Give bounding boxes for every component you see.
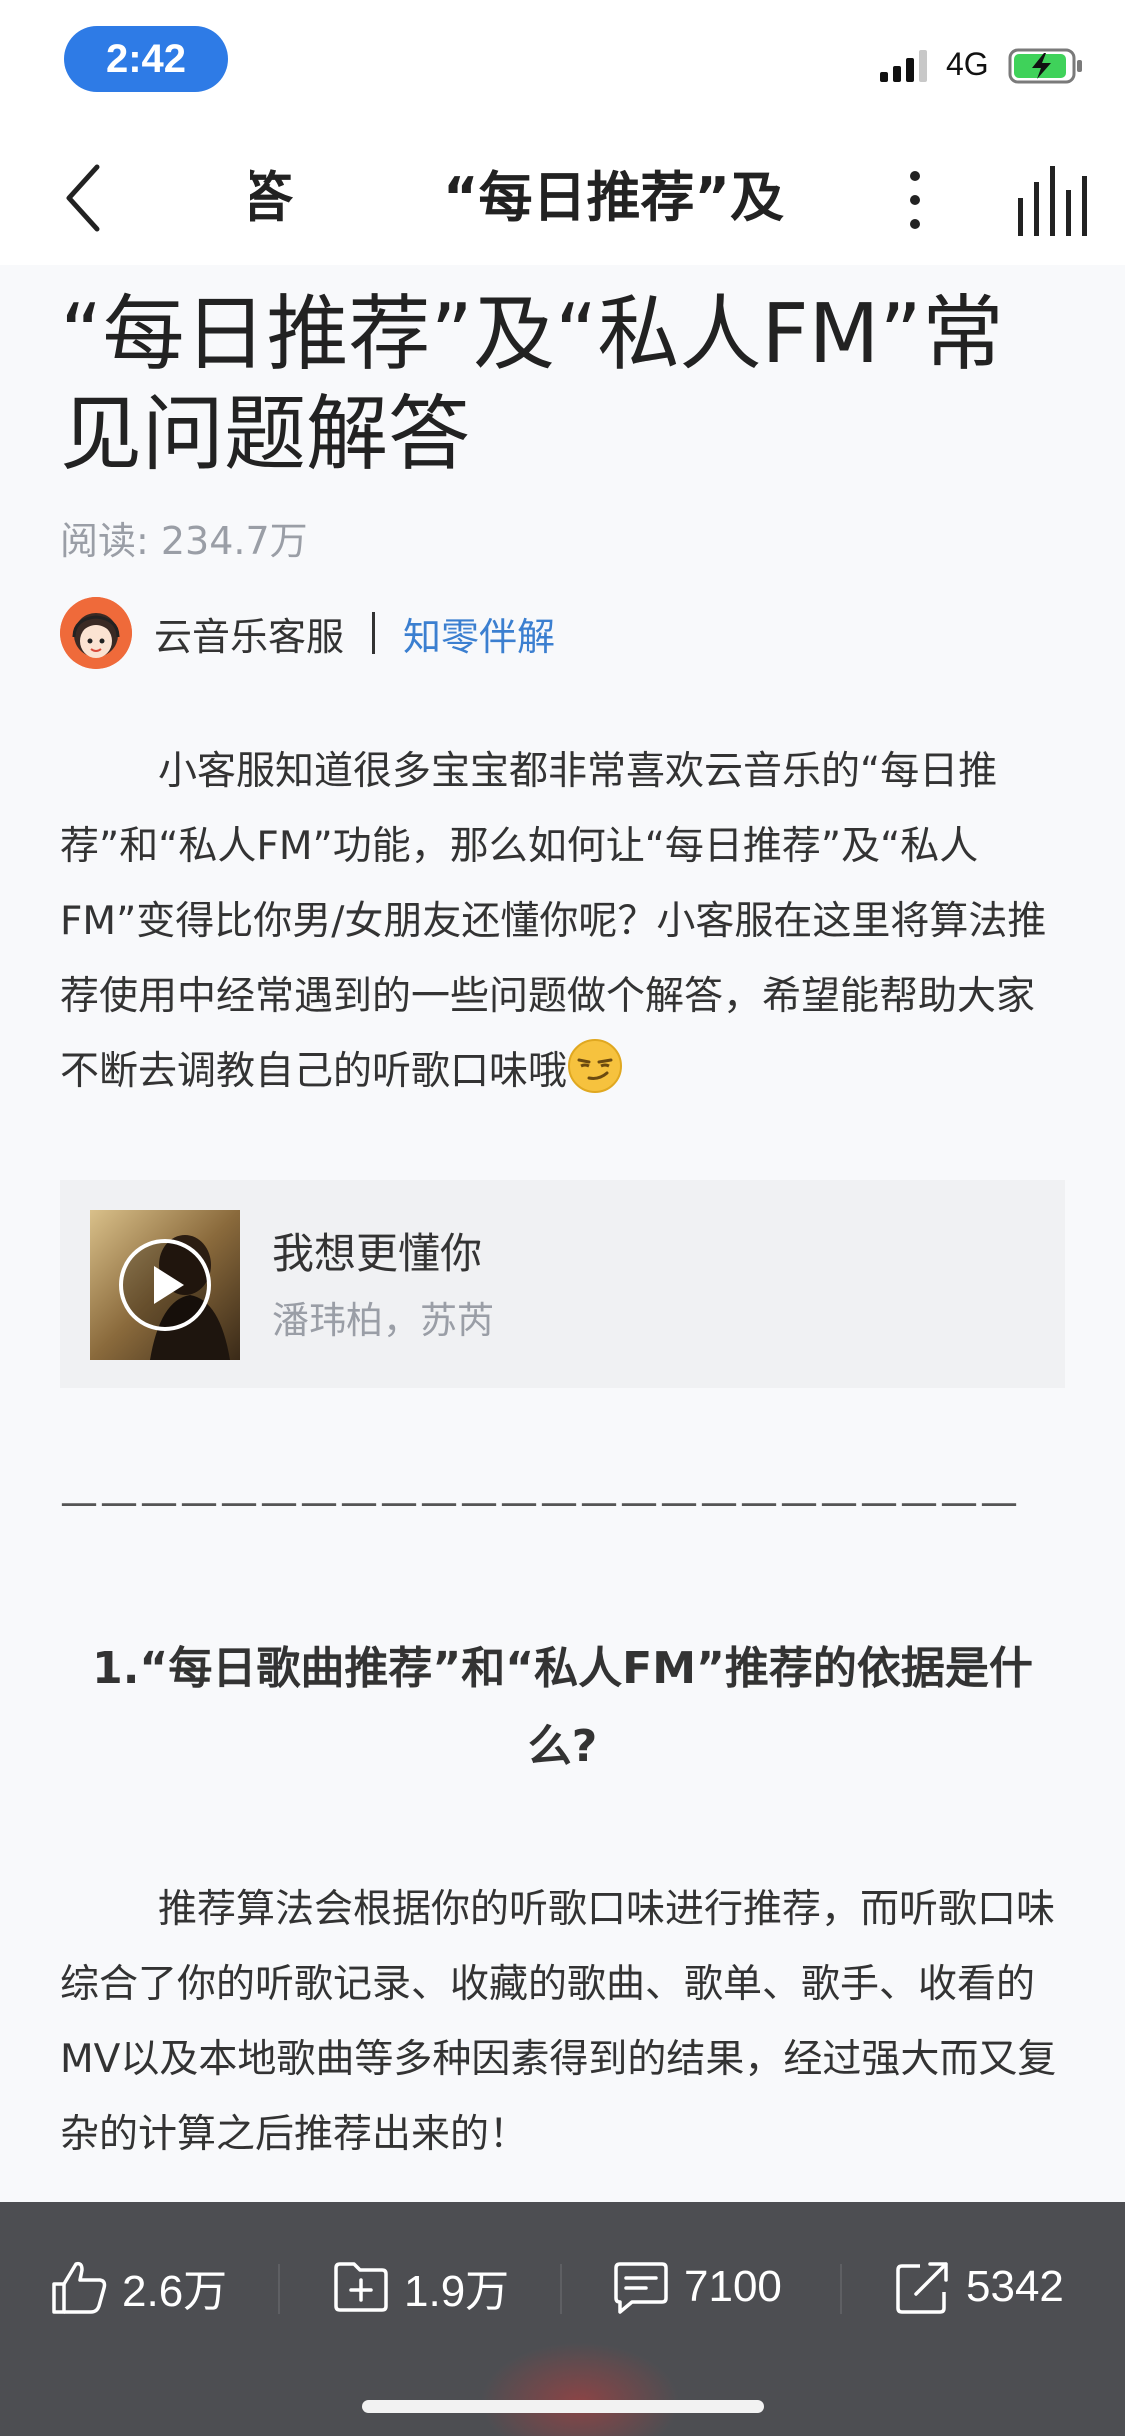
- status-time[interactable]: 2:42: [64, 26, 228, 92]
- section-heading: 1.“每日歌曲推荐”和“私人FM”推荐的依据是什么?: [92, 1643, 1033, 1772]
- service-girl-avatar-icon: [60, 597, 132, 669]
- comment-count: 7100: [684, 2262, 782, 2311]
- author-name[interactable]: 云音乐客服: [154, 606, 344, 661]
- comment-button[interactable]: 7100: [610, 2252, 782, 2322]
- back-button[interactable]: [48, 158, 118, 238]
- intro-paragraph: 小客服知道很多宝宝都非常喜欢云音乐的“每日推荐”和“私人FM”功能，那么如何让“…: [60, 734, 1065, 1109]
- song-artist: 潘玮柏，苏芮: [272, 1299, 494, 1342]
- comment-icon: [614, 2262, 668, 2314]
- nav-bar: 解答 “每日推荐”及: [0, 130, 1125, 265]
- signal-icon: [880, 50, 927, 82]
- equalizer-icon[interactable]: [1012, 160, 1092, 240]
- collect-count: 1.9万: [404, 2267, 510, 2316]
- section-text: 推荐算法会根据你的听歌口味进行推荐，而听歌口味综合了你的听歌记录、收藏的歌曲、歌…: [60, 1887, 1057, 2157]
- network-label: 4G: [946, 46, 989, 82]
- intro-text: 小客服知道很多宝宝都非常喜欢云音乐的“每日推荐”和“私人FM”功能，那么如何让“…: [60, 749, 1047, 1094]
- nav-title-part: 解答: [250, 166, 293, 229]
- more-options-button[interactable]: [895, 160, 935, 240]
- author-divider: [372, 612, 376, 654]
- text-divider: ————————————————————————: [60, 1480, 1020, 1524]
- collect-button[interactable]: 1.9万: [330, 2252, 509, 2322]
- music-card[interactable]: 我想更懂你 潘玮柏，苏芮: [60, 1180, 1065, 1388]
- read-count: 阅读: 234.7万: [60, 519, 308, 563]
- thumbs-up-icon: [52, 2261, 107, 2314]
- share-button[interactable]: 5342: [892, 2252, 1064, 2322]
- battery-charging-icon: [1008, 48, 1082, 84]
- album-cover[interactable]: [90, 1210, 240, 1360]
- section-paragraph: 推荐算法会根据你的听歌口味进行推荐，而听歌口味综合了你的听歌记录、收藏的歌曲、歌…: [60, 1872, 1065, 2172]
- smirk-emoji-icon: [568, 1039, 623, 1093]
- share-icon: [896, 2262, 948, 2314]
- nav-title-marquee: 解答 “每日推荐”及: [250, 150, 850, 245]
- author-avatar[interactable]: [60, 597, 132, 669]
- author-row: 云音乐客服 知零伴解: [60, 596, 960, 670]
- article-title: “每日推荐”及“私人FM”常见问题解答: [60, 287, 1004, 482]
- home-indicator[interactable]: [362, 2400, 764, 2413]
- like-count: 2.6万: [122, 2267, 228, 2316]
- song-title: 我想更懂你: [272, 1229, 483, 1278]
- share-count: 5342: [966, 2262, 1064, 2311]
- folder-add-icon: [334, 2262, 388, 2312]
- chevron-left-icon: [66, 164, 100, 232]
- like-button[interactable]: 2.6万: [48, 2252, 227, 2322]
- column-link[interactable]: 知零伴解: [403, 606, 555, 661]
- status-bar: 2:42 4G: [0, 0, 1125, 130]
- album-art-icon: [90, 1210, 240, 1360]
- nav-title-part: “每日推荐”及: [443, 166, 784, 229]
- screen: 2:42 4G 解答 “每日推荐”及: [0, 0, 1125, 2436]
